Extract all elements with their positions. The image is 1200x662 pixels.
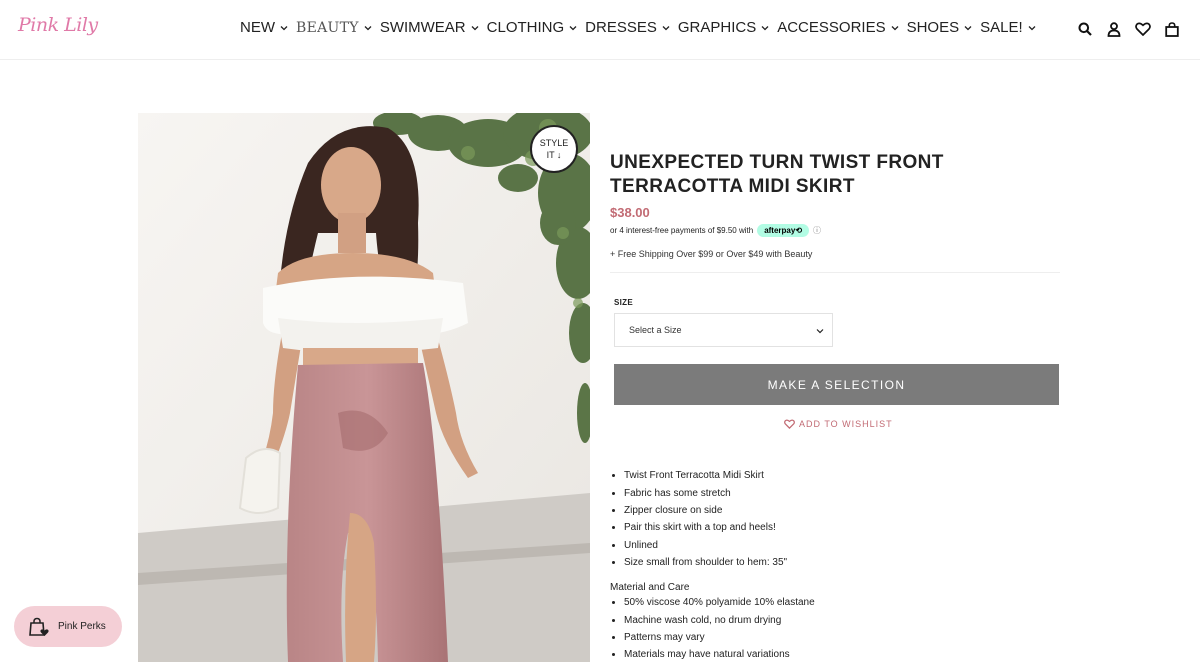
chevron-down-icon [280,25,288,30]
feature-text: Pair this skirt with a top and heels! [624,522,776,534]
nav-item-label: SALE! [980,19,1023,36]
bullet-dot [612,618,615,622]
bag-icon[interactable] [1164,20,1180,38]
nav-item-clothing[interactable]: CLOTHING [487,19,578,36]
afterpay-line: or 4 interest-free payments of $9.50 wit… [610,224,821,237]
care-text: Materials may have natural variations [624,649,790,661]
care-text: Machine wash cold, no drum drying [624,614,782,626]
site-header: Pink Lily NEW BEAUTY SWIMWEAR CLOTHING D… [0,0,1200,60]
chevron-down-icon [761,25,769,30]
chevron-down-icon [569,25,577,30]
care-text: 50% viscose 40% polyamide 10% elastane [624,597,815,609]
care-text: Patterns may vary [624,631,705,643]
nav-item-label: SHOES [906,19,960,36]
list-item: Materials may have natural variations [610,646,1060,662]
bullet-dot [612,653,615,657]
list-item: Pair this skirt with a top and heels! [610,519,1060,536]
chevron-down-icon [471,25,479,30]
product-title: UNEXPECTED TURN TWIST FRONT TERRACOTTA M… [610,152,944,197]
chevron-down-icon [964,25,972,30]
list-item: Machine wash cold, no drum drying [610,611,1060,628]
material-care-heading: Material and Care [610,582,690,593]
style-it-button[interactable]: STYLE IT ↓ [530,125,578,173]
chevron-down-icon [662,25,670,30]
style-it-label-line2: IT ↓ [546,150,562,160]
nav-item-swimwear[interactable]: SWIMWEAR [380,19,479,36]
chevron-down-icon [816,329,824,334]
logo[interactable]: Pink Lily [18,14,98,36]
nav-item-label: SWIMWEAR [379,19,466,36]
nav-item-accessories[interactable]: ACCESSORIES [777,19,899,36]
bullet-dot [612,561,615,565]
search-icon[interactable] [1077,20,1093,38]
size-label: SIZE [614,298,633,307]
bullet-dot [612,526,615,530]
bullet-dot [612,543,615,547]
heart-icon [784,419,795,429]
bullet-dot [612,474,615,478]
chevron-down-icon [364,25,372,30]
feature-text: Unlined [624,539,658,551]
feature-text: Zipper closure on side [624,504,723,516]
bullet-dot [612,508,615,512]
nav-item-beauty[interactable]: BEAUTY [296,19,372,36]
product-price: $38.00 [610,205,650,220]
nav-item-label: ACCESSORIES [777,19,886,36]
shopping-bag-heart-icon [29,617,49,636]
feature-text: Fabric has some stretch [624,487,731,499]
feature-list: Twist Front Terracotta Midi Skirt Fabric… [610,467,1060,571]
header-icons [1077,20,1180,38]
nav-item-label: DRESSES [585,19,657,36]
afterpay-badge[interactable]: afterpay⟲ [757,224,810,237]
feature-text: Twist Front Terracotta Midi Skirt [624,470,764,482]
info-icon[interactable]: ⓘ [813,225,821,236]
nav-item-label: GRAPHICS [677,19,757,36]
afterpay-text: or 4 interest-free payments of $9.50 wit… [610,226,754,235]
product-photo-illustration [138,113,590,662]
list-item: Patterns may vary [610,629,1060,646]
list-item: Fabric has some stretch [610,484,1060,501]
nav-item-label: CLOTHING [486,19,565,36]
wishlist-label: ADD TO WISHLIST [799,419,893,429]
feature-text: Size small from shoulder to hem: 35" [624,557,788,569]
add-to-wishlist-link[interactable]: ADD TO WISHLIST [784,419,893,429]
nav-item-graphics[interactable]: GRAPHICS [678,19,769,36]
nav-item-label: BEAUTY [296,19,359,36]
style-it-label-line1: STYLE [539,138,569,148]
nav-item-shoes[interactable]: SHOES [907,19,973,36]
account-icon[interactable] [1106,20,1122,38]
main-nav: NEW BEAUTY SWIMWEAR CLOTHING DRESSES GRA… [240,19,1044,36]
nav-item-sale[interactable]: SALE! [980,19,1036,36]
pink-perks-label: Pink Perks [58,621,106,632]
list-item: Twist Front Terracotta Midi Skirt [610,467,1060,484]
make-selection-button[interactable]: MAKE A SELECTION [614,364,1059,405]
bullet-dot [612,601,615,605]
size-select[interactable]: Select a Size [614,313,833,347]
chevron-down-icon [891,25,899,30]
list-item: Unlined [610,537,1060,554]
product-image[interactable] [138,113,590,662]
nav-item-label: NEW [240,19,275,36]
list-item: 50% viscose 40% polyamide 10% elastane [610,594,1060,611]
bullet-dot [612,491,615,495]
nav-item-new[interactable]: NEW [240,19,288,36]
heart-icon[interactable] [1135,20,1151,38]
shipping-note: + Free Shipping Over $99 or Over $49 wit… [610,249,813,259]
divider [610,272,1060,273]
chevron-down-icon [1028,25,1036,30]
size-select-value: Select a Size [629,325,682,335]
nav-item-dresses[interactable]: DRESSES [585,19,670,36]
bullet-dot [612,635,615,639]
pink-perks-button[interactable]: Pink Perks [14,606,122,647]
care-list: 50% viscose 40% polyamide 10% elastane M… [610,594,1060,662]
list-item: Size small from shoulder to hem: 35" [610,554,1060,571]
list-item: Zipper closure on side [610,502,1060,519]
